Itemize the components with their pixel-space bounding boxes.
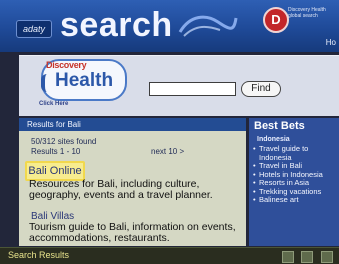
logo-discovery-text: Discovery	[46, 60, 87, 70]
status-globe-icon	[282, 251, 294, 263]
header: adaty search D Discovery Health global s…	[0, 0, 339, 52]
click-here-link[interactable]: Click Here	[39, 101, 68, 107]
best-bets-subtitle: Indonesia	[257, 136, 290, 143]
status-lock-icon	[301, 251, 314, 263]
app-screen: adaty search D Discovery Health global s…	[0, 0, 339, 264]
status-icons	[279, 250, 335, 263]
best-bet-link[interactable]: Travel guide to Indonesia	[253, 144, 339, 162]
logo-health-text: Health	[55, 70, 114, 91]
results-panel: Results for Bali 50/312 sites found Resu…	[19, 118, 246, 246]
search-panel: Discovery Health Find Click Here	[19, 55, 339, 116]
brand-logo-icon[interactable]: D	[263, 7, 289, 33]
results-count: 50/312 sites found Results 1 - 10	[31, 137, 96, 157]
status-bar: Search Results	[0, 247, 339, 264]
logo-badge: adaty	[16, 20, 52, 38]
search-input[interactable]	[149, 82, 236, 96]
page-title: search	[60, 6, 173, 44]
home-link[interactable]: Ho	[326, 38, 336, 47]
swirl-icon	[178, 15, 238, 37]
find-button[interactable]: Find	[241, 81, 281, 97]
tagline: Discovery Health global search	[288, 7, 326, 19]
result-description: Resources for Bali, including culture, g…	[29, 178, 213, 201]
discovery-health-logo[interactable]: Discovery Health	[41, 59, 127, 101]
best-bets-panel: Best Bets Indonesia Travel guide to Indo…	[249, 118, 339, 246]
next-page-link[interactable]: next 10 >	[151, 147, 184, 156]
results-header: Results for Bali	[19, 118, 246, 131]
best-bets-list: Travel guide to Indonesia Travel in Bali…	[253, 144, 339, 205]
best-bets-title: Best Bets	[254, 120, 305, 132]
status-zone-icon	[320, 251, 333, 263]
best-bet-link[interactable]: Balinese art	[253, 195, 339, 205]
sites-found-text: 50/312 sites found	[31, 137, 97, 146]
health-swoosh-icon	[41, 74, 53, 92]
status-text: Search Results	[8, 250, 70, 260]
result-description: Tourism guide to Bali, information on ev…	[29, 221, 236, 244]
results-range-text: Results 1 - 10	[31, 147, 81, 156]
